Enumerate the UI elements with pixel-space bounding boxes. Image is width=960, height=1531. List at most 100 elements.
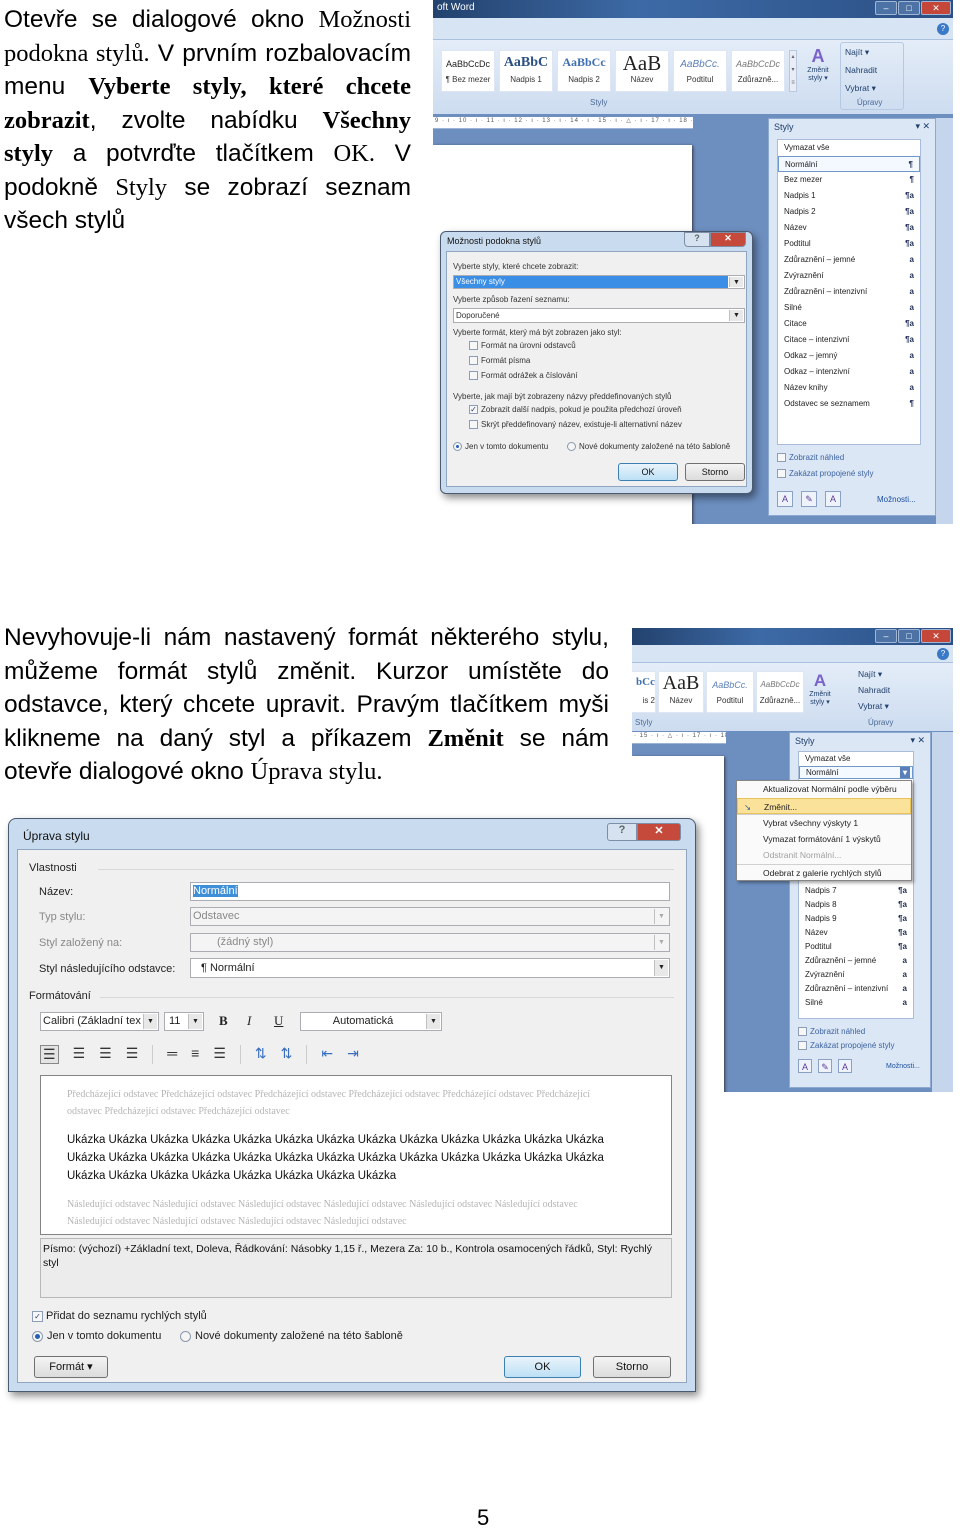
new-style-icon[interactable]: A xyxy=(777,491,793,507)
increase-indent-icon[interactable]: ⇥ xyxy=(347,1045,359,1064)
styles-to-show-select[interactable]: Všechny styly ▼ xyxy=(453,275,745,289)
help-button[interactable]: ? xyxy=(684,232,710,247)
style-item[interactable]: Zvýraznění a xyxy=(799,968,913,982)
help-icon[interactable]: ? xyxy=(937,648,949,660)
style-gallery-item[interactable]: bCc is 2 xyxy=(632,671,656,713)
options-link[interactable]: Možnosti... xyxy=(877,495,916,504)
cancel-button[interactable]: Storno xyxy=(593,1356,671,1378)
this-document-radio[interactable]: Jen v tomto dokumentu xyxy=(32,1330,161,1342)
context-menu-item[interactable]: Odebrat z galerie rychlých stylů xyxy=(737,863,911,881)
style-item[interactable]: Název ¶a xyxy=(799,926,913,940)
style-item[interactable]: Odstavec se seznamem ¶ xyxy=(778,396,920,412)
style-item[interactable]: Odkaz – jemný a xyxy=(778,348,920,364)
style-item[interactable]: Odkaz – intenzivní a xyxy=(778,364,920,380)
italic-button[interactable]: I xyxy=(247,1013,251,1029)
style-item[interactable]: Nadpis 1 ¶a xyxy=(778,188,920,204)
next-style-select[interactable]: ¶ Normální ▼ xyxy=(190,958,670,978)
style-gallery-item[interactable]: AaBbCcDc Zdůrazně... xyxy=(756,671,804,713)
style-gallery-item[interactable]: AaB Název xyxy=(658,671,704,713)
cancel-button[interactable]: Storno xyxy=(685,463,745,481)
context-menu-item[interactable]: Odstranit Normální... xyxy=(737,847,911,864)
new-style-icon[interactable]: A xyxy=(798,1059,812,1073)
disable-linked-checkbox[interactable]: Zakázat propojené styly xyxy=(798,1041,895,1051)
bullets-format-checkbox[interactable]: Formát odrážek a číslování xyxy=(469,371,577,381)
style-item[interactable]: Podtitul ¶a xyxy=(778,236,920,252)
style-item[interactable]: Silné a xyxy=(778,300,920,316)
style-item[interactable]: Citace ¶a xyxy=(778,316,920,332)
replace-button[interactable]: Nahradit xyxy=(845,65,877,75)
style-item[interactable]: Zvýraznění a xyxy=(778,268,920,284)
gallery-scroll[interactable]: ▴ ▾ ≡ xyxy=(789,50,797,92)
style-item[interactable]: Vymazat vše xyxy=(778,140,920,156)
manage-styles-icon[interactable]: A xyxy=(825,491,841,507)
style-item[interactable]: Zdůraznění – jemné a xyxy=(799,954,913,968)
hide-builtin-name-checkbox[interactable]: Skrýt předdefinovaný název, existuje-li … xyxy=(469,420,682,430)
style-item-clear[interactable]: Vymazat vše xyxy=(799,752,913,766)
style-item[interactable]: Nadpis 9 ¶a xyxy=(799,912,913,926)
style-item[interactable]: Bez mezer ¶ xyxy=(778,172,920,188)
find-button[interactable]: Najít ▾ xyxy=(845,47,869,58)
context-menu-item[interactable]: Vybrat všechny výskyty 1 xyxy=(737,814,911,831)
pane-menu-close-icons[interactable]: ▾ ✕ xyxy=(910,735,925,746)
replace-button[interactable]: Nahradit xyxy=(858,685,890,695)
select-button[interactable]: Vybrat ▾ xyxy=(858,701,889,712)
style-item[interactable]: Zdůraznění – intenzivní a xyxy=(778,284,920,300)
align-right-icon[interactable]: ☰ xyxy=(99,1045,112,1064)
space-before-icon[interactable]: ⇅ xyxy=(255,1045,267,1064)
style-gallery-item[interactable]: AaB Název xyxy=(615,50,669,92)
change-styles-button[interactable]: A Změnit styly ▾ xyxy=(805,46,831,83)
pane-menu-close-icons[interactable]: ▾ ✕ xyxy=(915,121,930,132)
bold-button[interactable]: B xyxy=(219,1013,228,1029)
show-preview-checkbox[interactable]: Zobrazit náhled xyxy=(777,453,844,463)
sort-select[interactable]: Doporučené ▼ xyxy=(453,308,745,323)
style-item[interactable]: Nadpis 8 ¶a xyxy=(799,898,913,912)
ok-button[interactable]: OK xyxy=(504,1356,581,1378)
minimize-button[interactable]: – xyxy=(875,629,897,643)
close-button[interactable]: ✕ xyxy=(637,823,681,841)
change-styles-button[interactable]: A Změnit styly ▾ xyxy=(808,671,832,707)
close-button[interactable]: ✕ xyxy=(710,232,746,247)
help-button[interactable]: ? xyxy=(607,823,637,841)
style-item[interactable]: Normální ¶ xyxy=(778,156,920,172)
single-spacing-icon[interactable]: ═ xyxy=(167,1045,177,1064)
context-menu-item[interactable]: Aktualizovat Normální podle výběru xyxy=(737,781,911,798)
this-document-radio[interactable]: Jen v tomto dokumentu xyxy=(453,442,548,452)
font-format-checkbox[interactable]: Formát písma xyxy=(469,356,530,366)
style-inspector-icon[interactable]: ✎ xyxy=(818,1059,832,1073)
template-radio[interactable]: Nové dokumenty založené na této šabloně xyxy=(567,442,730,452)
template-radio[interactable]: Nové dokumenty založené na této šabloně xyxy=(180,1330,403,1342)
style-gallery-item[interactable]: AaBbCc. Podtitul xyxy=(706,671,754,713)
styles-list[interactable]: Vymazat vše Normální ¶ Bez mezer ¶ Nadpis 1 ¶a… xyxy=(777,139,921,445)
find-button[interactable]: Najít ▾ xyxy=(858,669,882,680)
next-heading-checkbox[interactable]: ✓ Zobrazit další nadpis, pokud je použita… xyxy=(469,405,682,415)
paragraph-format-checkbox[interactable]: Formát na úrovni odstavců xyxy=(469,341,576,351)
style-item[interactable]: Zdůraznění – jemné a xyxy=(778,252,920,268)
size-select[interactable]: 11 ▼ xyxy=(164,1012,204,1031)
add-quick-styles-checkbox[interactable]: ✓ Přidat do seznamu rychlých stylů xyxy=(32,1310,207,1322)
context-menu-item[interactable]: ↘ Změnit... xyxy=(737,797,911,814)
manage-styles-icon[interactable]: A xyxy=(838,1059,852,1073)
double-spacing-icon[interactable]: ☰ xyxy=(213,1045,226,1064)
disable-linked-checkbox[interactable]: Zakázat propojené styly xyxy=(777,469,874,479)
color-select[interactable]: Automatická ▼ xyxy=(300,1012,442,1031)
context-menu-item[interactable]: Vymazat formátování 1 výskytů xyxy=(737,831,911,848)
scrollbar[interactable] xyxy=(932,732,953,1092)
restore-button[interactable]: □ xyxy=(898,1,920,15)
one-half-spacing-icon[interactable]: ≡ xyxy=(191,1045,199,1064)
align-left-icon[interactable]: ☰ xyxy=(40,1045,59,1064)
style-item[interactable]: Nadpis 7 ¶a xyxy=(799,884,913,898)
style-item[interactable]: Zdůraznění – intenzivní a xyxy=(799,982,913,996)
style-item[interactable]: Silné a xyxy=(799,996,913,1010)
select-button[interactable]: Vybrat ▾ xyxy=(845,83,876,94)
help-icon[interactable]: ? xyxy=(937,23,949,35)
format-button[interactable]: Formát ▾ xyxy=(34,1356,108,1378)
close-button[interactable]: ✕ xyxy=(921,629,951,643)
restore-button[interactable]: □ xyxy=(898,629,920,643)
space-after-icon[interactable]: ⇅ xyxy=(281,1045,293,1064)
style-item[interactable]: Podtitul ¶a xyxy=(799,940,913,954)
style-gallery-item[interactable]: AaBbC Nadpis 1 xyxy=(499,50,553,92)
minimize-button[interactable]: – xyxy=(875,1,897,15)
options-link[interactable]: Možnosti... xyxy=(886,1063,920,1070)
style-gallery-item[interactable]: AaBbCc Nadpis 2 xyxy=(557,50,611,92)
style-gallery-item[interactable]: AaBbCcDc ¶ Bez mezer xyxy=(441,50,495,92)
